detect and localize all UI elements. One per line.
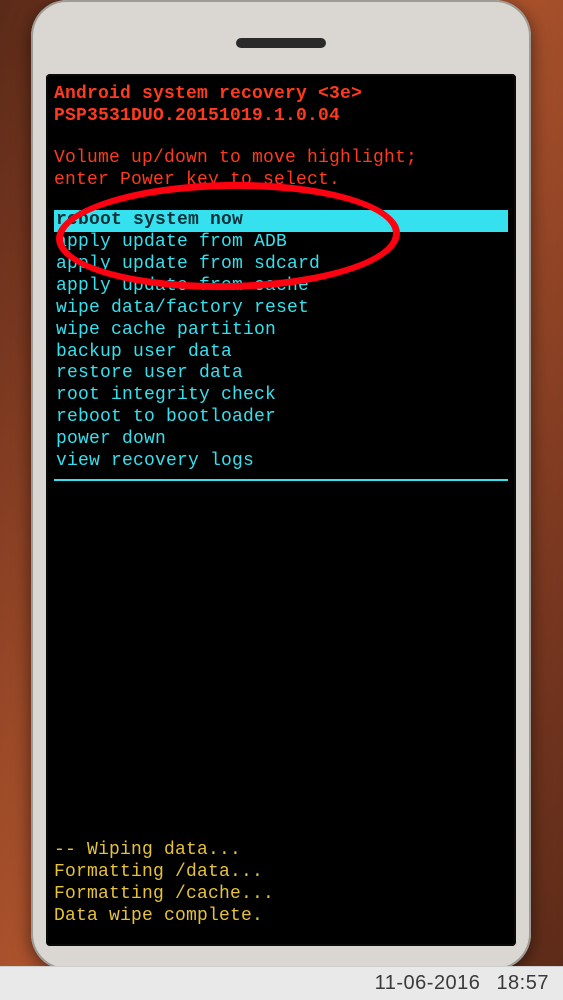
recovery-instructions: Volume up/down to move highlight; enter … [54,148,508,192]
menu-item-backup-user-data[interactable]: backup user data [54,342,508,364]
menu-item-apply-update-sdcard[interactable]: apply update from sdcard [54,254,508,276]
instruction-line: Volume up/down to move highlight; [54,148,508,170]
recovery-screen: Android system recovery <3e> PSP3531DUO.… [46,74,516,946]
phone-speaker [236,38,326,48]
recovery-build: PSP3531DUO.20151019.1.0.04 [54,106,508,128]
menu-item-wipe-cache[interactable]: wipe cache partition [54,320,508,342]
menu-item-view-recovery-logs[interactable]: view recovery logs [54,451,508,473]
recovery-menu[interactable]: reboot system now apply update from ADB … [54,210,508,473]
log-line: Formatting /cache... [54,884,508,906]
photo-timestamp-bar: 11-06-2016 18:57 [0,966,563,1000]
menu-divider [54,479,508,481]
log-line: -- Wiping data... [54,840,508,862]
timestamp-time: 18:57 [496,972,549,995]
recovery-log: -- Wiping data... Formatting /data... Fo… [54,840,508,928]
log-line: Formatting /data... [54,862,508,884]
recovery-title: Android system recovery <3e> [54,84,508,106]
menu-item-wipe-data[interactable]: wipe data/factory reset [54,298,508,320]
menu-item-apply-update-cache[interactable]: apply update from cache [54,276,508,298]
log-line: Data wipe complete. [54,906,508,928]
menu-item-apply-update-adb[interactable]: apply update from ADB [54,232,508,254]
timestamp-date: 11-06-2016 [375,972,481,995]
menu-item-root-integrity-check[interactable]: root integrity check [54,385,508,407]
instruction-line: enter Power key to select. [54,170,508,192]
menu-item-power-down[interactable]: power down [54,429,508,451]
menu-item-restore-user-data[interactable]: restore user data [54,363,508,385]
menu-item-reboot-system-now[interactable]: reboot system now [54,210,508,232]
menu-item-reboot-bootloader[interactable]: reboot to bootloader [54,407,508,429]
phone-frame: Android system recovery <3e> PSP3531DUO.… [31,0,531,970]
